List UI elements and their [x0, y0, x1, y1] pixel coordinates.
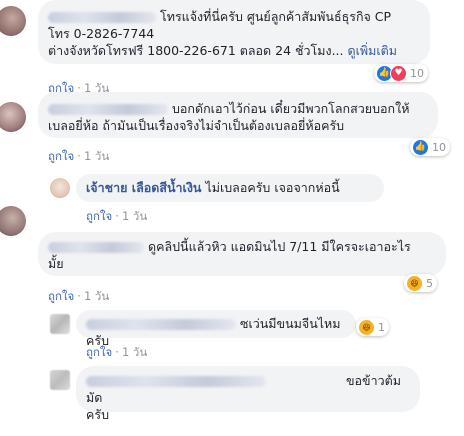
comment-bubble: ซเว่นมีขนมจีนไหมครับ [76, 310, 356, 348]
blurred-author-name[interactable] [86, 319, 236, 330]
avatar[interactable] [0, 6, 26, 36]
reply-2: ซเว่นมีขนมจีนไหมครับ 😆 1 ถูกใจ · 1 วัน [0, 308, 464, 364]
comment-text-line: โทรแจ้งที่นี่ครับ ศูนย์ลูกค้าสัมพันธ์ธุร… [159, 9, 392, 24]
comment-text-line: ต่างจังหวัดโทรฟรี 1800-226-671 ตลอด 24 ช… [48, 43, 344, 58]
comment-bubble: เจ้าชาย เลือดสีน้ำเงิน ไม่เบลอครับ เจอจา… [76, 174, 384, 202]
comment-actions: ถูกใจ · 1 วัน [48, 289, 110, 303]
blurred-author-name[interactable] [86, 376, 266, 387]
comment-bubble: บอกดักเอาไว้ก่อน เดี๋ยวมีพวกโลกสวยบอกให้… [38, 92, 438, 138]
comment-text-line: ดูคลิปนี้แล้วหิว แอดมินไป 7/11 มีใครจะเอ… [147, 239, 411, 254]
comment-2: บอกดักเอาไว้ก่อน เดี๋ยวมีพวกโลกสวยบอกให้… [0, 92, 464, 172]
haha-icon: 😆 [358, 318, 375, 336]
reaction-count: 10 [410, 66, 424, 80]
comment-actions: ถูกใจ · 1 วัน [48, 149, 110, 163]
comment-text-line: บอกดักเอาไว้ก่อน เดี๋ยวมีพวกโลกสวยบอกให้ [171, 101, 410, 116]
comment-text-line: มั้ย [48, 256, 64, 271]
comment-text: ไม่เบลอครับ เจอจากห่อนี้ [205, 180, 340, 195]
avatar[interactable] [0, 206, 26, 236]
haha-icon: 😆 [406, 274, 423, 292]
comment-author[interactable]: เจ้าชาย เลือดสีน้ำเงิน [86, 180, 201, 195]
love-icon: ♥ [390, 64, 407, 82]
reaction-summary[interactable]: 👍 10 [410, 138, 450, 156]
reaction-summary[interactable]: 👍 ♥ 10 [374, 64, 428, 82]
reaction-summary[interactable]: 😆 5 [404, 274, 437, 292]
comment-text-line: เบลอยี่ห้อ ถ้ามันเป็นเรื่องจริงไม่จำเป็น… [48, 118, 345, 133]
timestamp[interactable]: 1 วัน [84, 289, 109, 303]
like-icon: 👍 [412, 138, 429, 156]
reaction-summary[interactable]: 😆 1 [356, 318, 389, 336]
comment-bubble: ดูคลิปนี้แล้วหิว แอดมินไป 7/11 มีใครจะเอ… [38, 232, 446, 276]
comment-text-line: โทร 0-2826-7744 [48, 26, 155, 41]
reaction-count: 5 [426, 276, 433, 290]
see-more-link[interactable]: ดูเพิ่มเติม [348, 43, 398, 58]
avatar[interactable] [50, 178, 70, 198]
timestamp[interactable]: 1 วัน [84, 149, 109, 163]
comment-3: ดูคลิปนี้แล้วหิว แอดมินไป 7/11 มีใครจะเอ… [0, 200, 464, 303]
blurred-author-name[interactable] [48, 12, 156, 23]
blurred-author-name[interactable] [48, 104, 168, 115]
reaction-count: 1 [378, 320, 385, 334]
avatar[interactable] [50, 314, 70, 334]
timestamp[interactable]: 1 วัน [122, 345, 147, 359]
reply-3: ขอข้าวต้มมัด ครับ [0, 364, 464, 436]
like-link[interactable]: ถูกใจ [48, 149, 74, 163]
comment-bubble: ขอข้าวต้มมัด ครับ [76, 366, 420, 422]
avatar[interactable] [50, 370, 70, 390]
comment-text-line: ครับ [86, 407, 110, 422]
like-link[interactable]: ถูกใจ [86, 345, 112, 359]
avatar[interactable] [0, 102, 26, 132]
blurred-author-name[interactable] [48, 242, 144, 253]
comment-bubble: โทรแจ้งที่นี่ครับ ศูนย์ลูกค้าสัมพันธ์ธุร… [38, 0, 430, 64]
reaction-count: 10 [432, 140, 446, 154]
like-link[interactable]: ถูกใจ [48, 289, 74, 303]
comment-actions: ถูกใจ · 1 วัน [86, 345, 148, 359]
